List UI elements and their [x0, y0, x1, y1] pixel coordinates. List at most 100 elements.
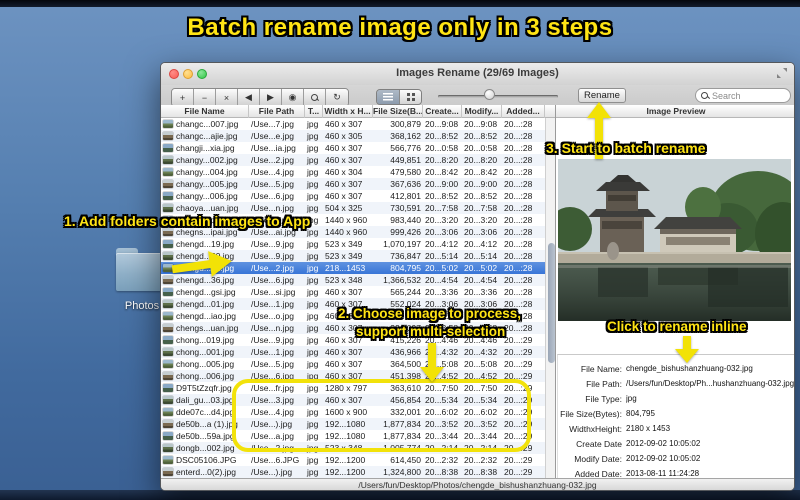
table-row[interactable]: enterd...0(2).jpg/Use...).jpg jpg 192...12…: [161, 466, 545, 478]
scrollbar-thumb[interactable]: [547, 243, 555, 363]
column-header-size[interactable]: File Size(B...: [373, 105, 423, 118]
cell-added: 20...:29: [504, 467, 533, 477]
info-value[interactable]: 2013-08-11 11:24:28: [626, 469, 699, 478]
cell-path: /Use...2.jpg: [251, 155, 294, 165]
table-row[interactable]: changy...005.jpg/Use...5.jpg jpg 460 x 307…: [161, 178, 545, 190]
cell-modified: 20...8:52: [464, 131, 498, 141]
cell-path: /Use...o.jpg: [251, 311, 294, 321]
table-row[interactable]: changy...006.jpg/Use...6.jpg jpg 460 x 307…: [161, 190, 545, 202]
back-button[interactable]: ◀: [238, 89, 260, 106]
cell-size: 983,440: [390, 215, 421, 225]
cell-file-name: changy...005.jpg: [176, 179, 238, 189]
info-row: File Size(Bytes): 804,795: [558, 406, 794, 421]
search-button[interactable]: [304, 89, 326, 106]
cell-file-name: chong...006.jpg: [176, 371, 235, 381]
cell-path: /Use...ia.jpg: [251, 143, 296, 153]
cell-path: /Use...si.jpg: [251, 287, 296, 297]
image-thumbnail: [163, 420, 173, 428]
cell-file-name: de50b...a (1).jpg: [176, 419, 238, 429]
vertical-scrollbar[interactable]: [545, 118, 555, 478]
cell-added: 20...:28: [504, 323, 533, 333]
top-screen-strip: [0, 0, 800, 7]
forward-button[interactable]: ▶: [260, 89, 282, 106]
title-bar[interactable]: Images Rename (29/69 Images): [161, 63, 794, 86]
table-row[interactable]: chong...001.jpg/Use...1.jpg jpg 460 x 307 4…: [161, 346, 545, 358]
column-header-type[interactable]: T...: [305, 105, 323, 118]
grid-view-button[interactable]: [399, 90, 421, 104]
info-value[interactable]: 2012-09-02 10:05:02: [626, 454, 700, 463]
cell-added: 20...:28: [504, 263, 533, 273]
cell-added: 20...:29: [504, 347, 533, 357]
table-row[interactable]: chengd...gsi.jpg/Use...si.jpg jpg 460 x 30…: [161, 286, 545, 298]
info-value[interactable]: chengde_bishushanzhuang-032.jpg: [626, 364, 753, 373]
cell-file-name: chong...019.jpg: [176, 335, 235, 345]
fullscreen-icon[interactable]: [776, 67, 788, 79]
search-input[interactable]: [712, 90, 782, 101]
column-header-dims[interactable]: Width x H...: [323, 105, 373, 118]
rename-button[interactable]: Rename: [578, 88, 626, 103]
multi-selection-highlight: [232, 379, 531, 452]
cell-dims: 460 x 307: [325, 287, 363, 297]
table-row[interactable]: changc...ajie.jpg/Use...e.jpg jpg 460 x 30…: [161, 130, 545, 142]
table-row[interactable]: changji...xia.jpg/Use...ia.jpg jpg 460 x 3…: [161, 142, 545, 154]
thumbnail-zoomer-slider[interactable]: [484, 89, 495, 100]
cell-modified: 20...3:36: [464, 287, 498, 297]
cell-path: /Use...6.jpg: [251, 275, 294, 285]
cell-file-name: DSC05106.JPG: [176, 455, 237, 465]
cell-file-name: enterd...0(2).jpg: [176, 467, 237, 477]
column-header-modify[interactable]: Modify...: [462, 105, 502, 118]
step3-annotation: 3. Start to batch rename: [546, 140, 706, 156]
cell-dims: 460 x 307: [325, 155, 363, 165]
thumbnail-zoomer-track[interactable]: [438, 95, 558, 98]
column-header-added[interactable]: Added...: [502, 105, 545, 118]
cell-file-name: chengd...iao.jpg: [176, 311, 237, 321]
cell-path: /Use...9.jpg: [251, 239, 294, 249]
cell-type: jpg: [307, 311, 319, 321]
cell-type: jpg: [307, 119, 319, 129]
image-thumbnail: [163, 132, 173, 140]
column-header-path[interactable]: File Path: [249, 105, 305, 118]
table-row[interactable]: changc...007.jpg/Use...7.jpg jpg 460 x 307…: [161, 118, 545, 130]
banner-text: Batch rename image only in 3 steps: [187, 14, 613, 41]
info-value[interactable]: 804,795: [626, 409, 655, 418]
cell-type: jpg: [307, 263, 319, 273]
search-field[interactable]: [695, 88, 791, 103]
table-row[interactable]: chong...005.jpg/Use...5.jpg jpg 460 x 307 3…: [161, 358, 545, 370]
info-value[interactable]: jpg: [626, 394, 637, 403]
image-thumbnail: [163, 444, 173, 452]
cell-added: 20...:28: [504, 251, 533, 261]
cell-created: 20...9:00: [425, 179, 459, 189]
cell-file-name: changji...xia.jpg: [176, 143, 235, 153]
cell-type: jpg: [307, 467, 319, 477]
list-view-button[interactable]: [377, 90, 399, 104]
cell-size: 364,500: [390, 359, 421, 369]
cell-size: 449,851: [390, 155, 421, 165]
cell-file-name: chong...005.jpg: [176, 359, 235, 369]
image-thumbnail: [163, 240, 173, 248]
column-header-name[interactable]: File Name: [161, 105, 249, 118]
refresh-button[interactable]: ↻: [326, 89, 348, 106]
image-thumbnail: [163, 156, 173, 164]
quicklook-button[interactable]: ◉: [282, 89, 304, 106]
info-value[interactable]: 2012-09-02 10:05:02: [626, 439, 700, 448]
step2-annotation-line1: 2. Choose image to process,: [338, 306, 522, 321]
info-value[interactable]: 2180 x 1453: [626, 424, 670, 433]
table-row[interactable]: changy...002.jpg/Use...2.jpg jpg 460 x 307…: [161, 154, 545, 166]
delete-button[interactable]: ×: [216, 89, 238, 106]
info-value[interactable]: /Users/fun/Desktop/Ph...hushanzhuang-032…: [626, 379, 794, 388]
cell-dims: 192...1200: [325, 467, 366, 477]
cell-type: jpg: [307, 131, 319, 141]
cell-modified: 20...8:38: [464, 467, 498, 477]
cell-dims: 523 x 349: [325, 251, 363, 261]
cell-size: 999,426: [390, 227, 421, 237]
table-row[interactable]: changy...004.jpg/Use...4.jpg jpg 460 x 304…: [161, 166, 545, 178]
column-header-create[interactable]: Create...: [423, 105, 462, 118]
inline-arrow-icon: [675, 336, 699, 363]
table-header: File Name File Path T... Width x H... File S…: [161, 105, 555, 118]
cell-created: 20...0:58: [425, 143, 459, 153]
cell-added: 20...:28: [504, 167, 533, 177]
add-button[interactable]: +: [172, 89, 194, 106]
remove-button[interactable]: −: [194, 89, 216, 106]
cell-modified: 20...9:00: [464, 179, 498, 189]
table-row[interactable]: DSC05106.JPG/Use...6.JPG jpg 192...1200 614…: [161, 454, 545, 466]
